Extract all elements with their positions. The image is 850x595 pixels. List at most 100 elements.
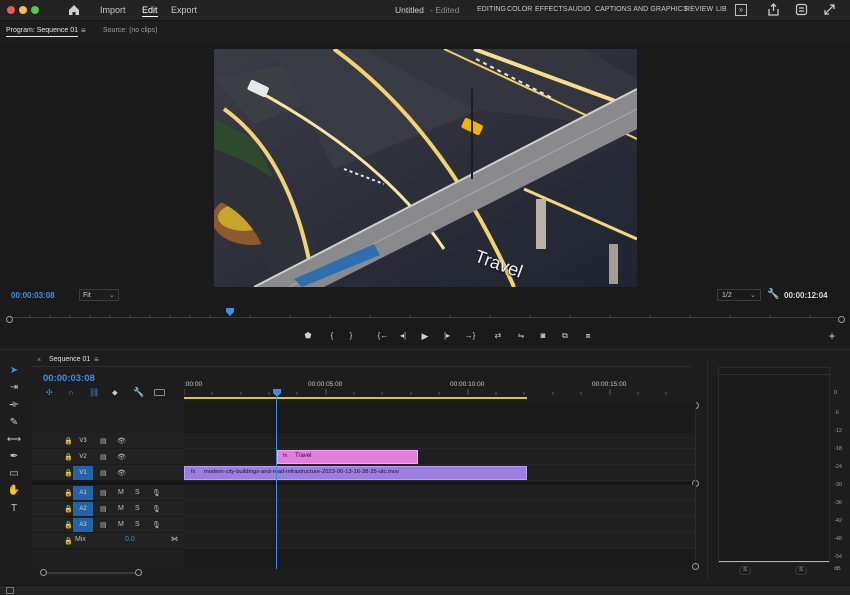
go-to-end-icon[interactable]: ⋈	[171, 535, 178, 543]
go-to-out-icon[interactable]: →}	[462, 331, 478, 341]
wrench-icon[interactable]: 🔧	[767, 289, 779, 300]
eye-icon[interactable]: 👁	[117, 469, 126, 477]
add-button[interactable]: +	[826, 330, 838, 342]
zoom-right-handle[interactable]	[838, 316, 845, 323]
track-lane-mix[interactable]	[184, 533, 696, 549]
slip-tool-icon[interactable]: ⟷	[6, 433, 22, 447]
sync-lock-icon[interactable]: ▤	[100, 453, 107, 461]
mix-volume-value[interactable]: 0.0	[125, 536, 135, 543]
tab-sequence[interactable]: Sequence 01	[49, 356, 90, 363]
panel-menu-icon[interactable]: ≡	[94, 355, 99, 364]
progress-icon[interactable]	[795, 3, 808, 16]
track-lane-v3[interactable]	[184, 433, 696, 449]
timeline-empty-area[interactable]	[184, 402, 696, 433]
maximize-window-button[interactable]	[31, 6, 39, 14]
lock-icon[interactable]: 🔒	[64, 505, 73, 513]
track-label-a2[interactable]: A2	[73, 502, 93, 516]
playhead-timecode[interactable]: 00:00:03:08	[11, 291, 55, 300]
tab-source-monitor[interactable]: Source: (no clips)	[103, 27, 157, 34]
workspace-menu-icon[interactable]: »	[735, 4, 747, 16]
captions-icon[interactable]	[154, 389, 165, 396]
microphone-icon[interactable]: 🎙	[152, 505, 161, 513]
track-select-tool-icon[interactable]: ⇥	[6, 381, 22, 395]
workspace-effects[interactable]: EFFECTS	[535, 6, 568, 13]
status-icon[interactable]	[6, 587, 14, 594]
workspace-captions[interactable]: CAPTIONS AND GRAPHICS	[595, 6, 688, 13]
lock-icon[interactable]: 🔒	[64, 537, 73, 545]
rectangle-tool-icon[interactable]: ▭	[6, 467, 22, 481]
lock-icon[interactable]: 🔒	[64, 437, 73, 445]
track-label-a3[interactable]: A3	[73, 518, 93, 532]
solo-right-button[interactable]: S	[795, 566, 807, 575]
sync-lock-icon[interactable]: ▤	[100, 469, 107, 477]
eye-icon[interactable]: 👁	[117, 453, 126, 461]
microphone-icon[interactable]: 🎙	[152, 521, 161, 529]
solo-left-button[interactable]: S	[739, 566, 751, 575]
step-back-icon[interactable]: ◂|	[397, 331, 409, 341]
resolution-dropdown[interactable]: 1/2 ⌄	[717, 289, 761, 301]
timeline-timecode[interactable]: 00:00:03:08	[43, 373, 95, 384]
insert-icon[interactable]: ⇄	[491, 331, 505, 341]
sync-lock-icon[interactable]: ▤	[100, 489, 107, 497]
close-window-button[interactable]	[7, 6, 15, 14]
track-lane-a3[interactable]	[184, 517, 696, 533]
overwrite-icon[interactable]: ⇋	[514, 331, 528, 341]
vertical-scrollbar[interactable]	[695, 409, 696, 567]
home-icon[interactable]	[67, 3, 81, 17]
tab-program-monitor[interactable]: Program: Sequence 01	[6, 27, 78, 37]
sync-lock-icon[interactable]: ▤	[100, 437, 107, 445]
workspace-color[interactable]: COLOR	[507, 6, 532, 13]
lock-icon[interactable]: 🔒	[64, 469, 73, 477]
workspace-review[interactable]: REVIEW	[685, 6, 713, 13]
panel-menu-icon[interactable]: ≡	[81, 26, 86, 35]
nest-sequence-icon[interactable]: ✣	[46, 388, 53, 397]
nav-export[interactable]: Export	[171, 5, 197, 15]
proxy-toggle-icon[interactable]: ⧈	[581, 331, 595, 341]
workspace-editing[interactable]: EDITING	[477, 6, 506, 13]
lock-icon[interactable]: 🔒	[64, 489, 73, 497]
linked-selection-icon[interactable]: ⛓	[89, 388, 99, 397]
mute-button[interactable]: M	[118, 521, 124, 528]
comparison-view-icon[interactable]: ⧉	[558, 331, 572, 341]
type-tool-icon[interactable]: T	[6, 502, 22, 516]
lock-icon[interactable]: 🔒	[64, 453, 73, 461]
track-label-a1[interactable]: A1	[73, 486, 93, 500]
selection-tool-icon[interactable]: ➤	[6, 364, 22, 378]
timeline-empty-area-bottom[interactable]	[184, 549, 696, 569]
horizontal-scrollbar[interactable]	[44, 572, 140, 574]
go-to-in-icon[interactable]: {←	[375, 331, 391, 341]
scroll-left-handle[interactable]	[40, 569, 47, 576]
playhead-line[interactable]	[276, 397, 277, 569]
add-marker-icon[interactable]: ⬥	[112, 388, 118, 398]
work-area-bar[interactable]	[184, 397, 527, 399]
play-icon[interactable]: ▶	[419, 331, 431, 341]
timeline-settings-icon[interactable]: 🔧	[133, 387, 144, 398]
mark-out-icon[interactable]: }	[345, 331, 357, 341]
track-lane-v1[interactable]: fx modern-city-buildings-and-road-infras…	[184, 465, 696, 481]
export-frame-icon[interactable]: ◙	[537, 331, 549, 341]
graphic-clip[interactable]: fx Travel	[277, 450, 418, 464]
hand-tool-icon[interactable]: ✋	[6, 484, 22, 498]
lock-icon[interactable]: 🔒	[64, 521, 73, 529]
monitor-playhead-marker[interactable]	[226, 308, 234, 316]
track-label-v3[interactable]: V3	[73, 434, 93, 448]
timeline-playhead-marker[interactable]	[273, 389, 281, 397]
snap-magnet-icon[interactable]: ∩	[68, 388, 74, 397]
scroll-right-handle[interactable]	[135, 569, 142, 576]
track-lane-a2[interactable]	[184, 501, 696, 517]
step-forward-icon[interactable]: |▸	[441, 331, 453, 341]
zoom-left-handle[interactable]	[6, 316, 13, 323]
microphone-icon[interactable]: 🎙	[152, 489, 161, 497]
track-label-v1[interactable]: V1	[73, 466, 93, 480]
workspace-audio[interactable]: AUDIO	[568, 6, 591, 13]
razor-tool-icon[interactable]: ✎	[6, 416, 22, 430]
sync-lock-icon[interactable]: ▤	[100, 521, 107, 529]
track-label-v2[interactable]: V2	[73, 450, 93, 464]
share-icon[interactable]	[767, 3, 780, 16]
sync-lock-icon[interactable]: ▤	[100, 505, 107, 513]
workspace-libraries[interactable]: LIB	[716, 6, 727, 13]
timeline-ruler[interactable]: :00:00 00:00:05:00 00:00:10:00 00:00:15:…	[184, 378, 696, 402]
solo-button[interactable]: S	[135, 505, 140, 512]
vertical-scroll-handle-bottom[interactable]	[692, 563, 699, 570]
monitor-time-ruler[interactable]	[10, 308, 838, 322]
